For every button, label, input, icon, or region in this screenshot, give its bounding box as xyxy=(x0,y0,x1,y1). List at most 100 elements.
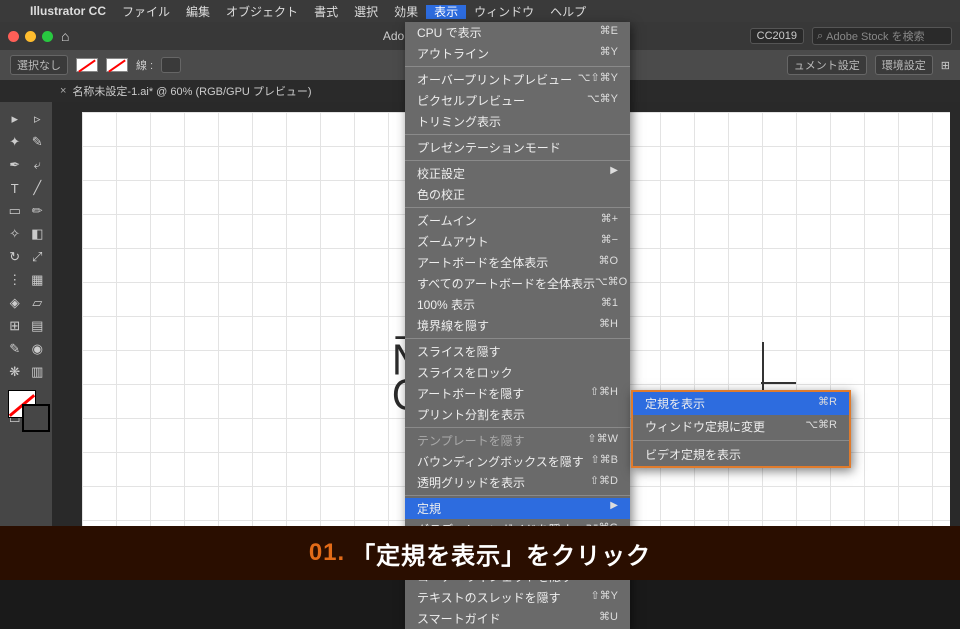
menu-item-shortcut: ⌘+ xyxy=(601,212,618,229)
menu-item-shortcut: ⌘O xyxy=(598,254,618,271)
submenu-item-label: ビデオ定規を表示 xyxy=(645,446,741,463)
shaper-tool[interactable]: ✧ xyxy=(4,223,26,245)
menu-item[interactable]: スライスをロック xyxy=(405,362,630,383)
menu-item[interactable]: 色の校正 xyxy=(405,184,630,205)
separator xyxy=(405,207,630,208)
caption-number: 01. xyxy=(309,539,345,567)
menu-item-label: 100% 表示 xyxy=(417,296,475,313)
line-tool[interactable]: ╱ xyxy=(27,177,49,199)
menu-item-label: バウンディングボックスを隠す xyxy=(417,453,584,470)
menu-item-label: ズームイン xyxy=(417,212,477,229)
curvature-tool[interactable]: ⤶ xyxy=(27,154,49,176)
close-tab-icon[interactable]: × xyxy=(60,85,66,97)
minimize-icon[interactable] xyxy=(25,31,36,42)
menu-item[interactable]: プリント分割を表示 xyxy=(405,404,630,425)
submenu-item[interactable]: 定規を表示⌘R xyxy=(633,392,849,415)
eyedropper-tool[interactable]: ✎ xyxy=(4,338,26,360)
menu-item-4[interactable]: 選択 xyxy=(346,5,386,19)
maximize-icon[interactable] xyxy=(42,31,53,42)
doc-settings-button[interactable]: ュメント設定 xyxy=(787,55,867,75)
stroke-swatch-none[interactable] xyxy=(106,58,128,72)
menu-item-3[interactable]: 書式 xyxy=(306,5,346,19)
rulers-submenu: 定規を表示⌘Rウィンドウ定規に変更⌥⌘R ビデオ定規を表示 xyxy=(631,390,851,468)
menu-item[interactable]: アートボードを隠す ⇧⌘H xyxy=(405,383,630,404)
pen-tool[interactable]: ✒ xyxy=(4,154,26,176)
menu-item[interactable]: ズームイン ⌘+ xyxy=(405,210,630,231)
menu-item[interactable]: バウンディングボックスを隠す ⇧⌘B xyxy=(405,451,630,472)
direct-selection-tool[interactable]: ▹ xyxy=(27,108,49,130)
menu-item-6[interactable]: 表示 xyxy=(426,5,466,19)
menu-item[interactable]: ズームアウト⌘− xyxy=(405,231,630,252)
free-transform-tool[interactable]: ▦ xyxy=(27,269,49,291)
stroke-weight[interactable] xyxy=(161,57,181,73)
rotate-tool[interactable]: ↻ xyxy=(4,246,26,268)
magic-wand-tool[interactable]: ✦ xyxy=(4,131,26,153)
eraser-tool[interactable]: ◧ xyxy=(27,223,49,245)
menu-item-label: アートボードを全体表示 xyxy=(417,254,548,271)
shape-builder-tool[interactable]: ◈ xyxy=(4,292,26,314)
selection-tool[interactable]: ▸ xyxy=(4,108,26,130)
menu-item[interactable]: CPU で表示⌘E xyxy=(405,22,630,43)
menu-item-shortcut: ⌘− xyxy=(601,233,618,250)
home-icon[interactable]: ⌂ xyxy=(61,28,69,44)
menu-item-shortcut: ⌘H xyxy=(599,317,618,334)
fill-swatch-none[interactable] xyxy=(76,58,98,72)
menu-item-5[interactable]: 効果 xyxy=(386,5,426,19)
menu-item[interactable]: トリミング表示 xyxy=(405,111,630,132)
menu-item[interactable]: アートボードを全体表示 ⌘O xyxy=(405,252,630,273)
separator xyxy=(405,427,630,428)
search-icon: ⌕ xyxy=(817,30,823,43)
menu-item[interactable]: スライスを隠す xyxy=(405,341,630,362)
submenu-item[interactable]: ビデオ定規を表示 xyxy=(633,443,849,466)
menu-item[interactable]: 校正設定▶ xyxy=(405,163,630,184)
app-name[interactable]: Illustrator CC xyxy=(22,4,114,18)
menu-item-shortcut: ⇧⌘H xyxy=(590,385,618,402)
paintbrush-tool[interactable]: ✏ xyxy=(27,200,49,222)
menu-item-1[interactable]: 編集 xyxy=(178,5,218,19)
panel-icon[interactable]: ⊞ xyxy=(941,59,950,72)
menu-item-shortcut: ⇧⌘B xyxy=(590,453,618,470)
close-icon[interactable] xyxy=(8,31,19,42)
prefs-button[interactable]: 環境設定 xyxy=(875,55,933,75)
stroke-label: 線 : xyxy=(136,57,153,73)
graph-tool[interactable]: ▥ xyxy=(27,361,49,383)
menu-item[interactable]: すべてのアートボードを全体表示⌥⌘O xyxy=(405,273,630,294)
search-input[interactable]: ⌕ Adobe Stock を検索 xyxy=(812,27,952,45)
menu-item[interactable]: 100% 表示 ⌘1 xyxy=(405,294,630,315)
caption-text: 「定規を表示」をクリック xyxy=(351,536,651,571)
menu-item-2[interactable]: オブジェクト xyxy=(218,5,306,19)
submenu-item[interactable]: ウィンドウ定規に変更⌥⌘R xyxy=(633,415,849,438)
perspective-tool[interactable]: ▱ xyxy=(27,292,49,314)
menu-item-0[interactable]: ファイル xyxy=(114,5,178,19)
fill-stroke-picker[interactable] xyxy=(4,388,48,434)
menu-item[interactable]: オーバープリントプレビュー⌥⇧⌘Y xyxy=(405,69,630,90)
menu-item-label: アートボードを隠す xyxy=(417,385,524,402)
gradient-tool[interactable]: ▤ xyxy=(27,315,49,337)
lasso-tool[interactable]: ✎ xyxy=(27,131,49,153)
mesh-tool[interactable]: ⊞ xyxy=(4,315,26,337)
document-tab[interactable]: 名称未設定-1.ai* @ 60% (RGB/GPU プレビュー) xyxy=(72,83,311,99)
menu-item-8[interactable]: ヘルプ xyxy=(542,5,594,19)
width-tool[interactable]: ⋮ xyxy=(4,269,26,291)
menu-item[interactable]: 境界線を隠す⌘H xyxy=(405,315,630,336)
menu-item-label: CPU で表示 xyxy=(417,24,482,41)
menu-item[interactable]: スマートガイド⌘U xyxy=(405,608,630,629)
menu-item-shortcut: ⌘1 xyxy=(601,296,618,313)
menu-item-shortcut: ⌥⌘O xyxy=(595,275,627,292)
menu-item[interactable]: ピクセルプレビュー⌥⌘Y xyxy=(405,90,630,111)
menu-item[interactable]: テキストのスレッドを隠す⇧⌘Y xyxy=(405,587,630,608)
menu-item-label: アウトライン xyxy=(417,45,489,62)
type-tool[interactable]: T xyxy=(4,177,26,199)
rectangle-tool[interactable]: ▭ xyxy=(4,200,26,222)
menu-item-7[interactable]: ウィンドウ xyxy=(466,5,542,19)
version-dropdown[interactable]: CC2019 xyxy=(750,28,804,44)
stroke-box-icon[interactable] xyxy=(22,404,50,432)
blend-tool[interactable]: ◉ xyxy=(27,338,49,360)
scale-tool[interactable]: ⤢ xyxy=(27,246,49,268)
menu-item[interactable]: 定規▶ xyxy=(405,498,630,519)
menu-item[interactable]: プレゼンテーションモード xyxy=(405,137,630,158)
menu-item[interactable]: 透明グリッドを表示⇧⌘D xyxy=(405,472,630,493)
symbol-sprayer-tool[interactable]: ❋ xyxy=(4,361,26,383)
tutorial-caption: 01. 「定規を表示」をクリック xyxy=(0,526,960,580)
menu-item[interactable]: アウトライン⌘Y xyxy=(405,43,630,64)
